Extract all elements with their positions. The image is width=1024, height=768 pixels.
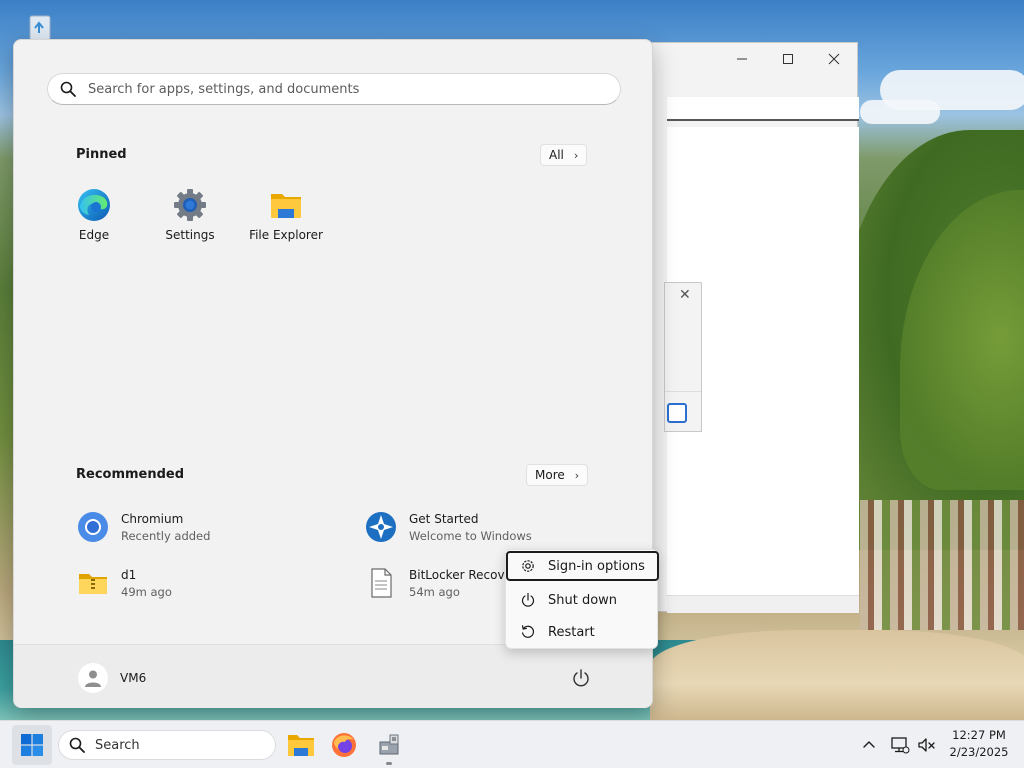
maximize-icon [783, 54, 793, 64]
pinned-title: Pinned [76, 147, 127, 162]
power-menu: Sign-in options Shut down Restart [505, 549, 659, 649]
recommended-item-name: d1 [121, 567, 137, 582]
recommended-item-chromium[interactable]: Chromium Recently added [77, 507, 337, 547]
recommended-item-get-started[interactable]: Get Started Welcome to Windows [365, 507, 615, 547]
beach [650, 630, 1024, 720]
window-titlebar [631, 43, 857, 75]
pinned-app-edge[interactable]: Edge [49, 188, 139, 250]
running-indicator [386, 762, 392, 765]
user-icon [85, 670, 101, 687]
recommended-item-subtitle: 54m ago [409, 584, 460, 599]
chromium-icon [78, 512, 108, 542]
chevron-right-icon: › [574, 468, 580, 482]
firefox-icon [332, 733, 356, 757]
dialog-button[interactable] [667, 403, 687, 423]
pinned-app-file-explorer[interactable]: File Explorer [241, 188, 331, 250]
taskbar-clock[interactable]: 12:27 PM 2/23/2025 [946, 727, 1012, 761]
power-icon [521, 592, 535, 607]
recommended-item-bitlocker[interactable]: BitLocker Recover 54m ago [365, 563, 507, 603]
taskbar-firefox[interactable] [328, 729, 360, 761]
zip-folder-icon [79, 574, 107, 594]
pinned-app-label: Edge [78, 228, 110, 242]
chevron-up-icon[interactable] [860, 736, 878, 754]
shut-down-menu-item[interactable]: Shut down [507, 585, 658, 615]
get-started-icon [366, 512, 396, 542]
menu-item-label: Restart [548, 624, 595, 640]
start-search-box[interactable] [47, 73, 621, 105]
minimize-button[interactable] [719, 43, 765, 75]
network-icon[interactable] [890, 735, 910, 755]
recommended-item-d1[interactable]: d1 49m ago [77, 563, 337, 603]
recommended-title: Recommended [76, 467, 185, 482]
start-button[interactable] [12, 725, 52, 765]
power-button[interactable] [570, 667, 592, 689]
taskbar-app[interactable] [373, 729, 405, 765]
close-icon [828, 53, 840, 65]
sign-in-options-menu-item[interactable]: Sign-in options [506, 551, 659, 581]
folder-icon [288, 735, 314, 756]
status-bar [667, 595, 859, 613]
all-apps-button[interactable]: All › [540, 144, 588, 166]
clock-date: 2/23/2025 [949, 745, 1009, 759]
more-label: More [535, 468, 565, 482]
minimize-icon [737, 58, 747, 60]
search-icon [60, 81, 76, 97]
town [860, 500, 1024, 630]
volume-muted-icon[interactable] [916, 735, 936, 755]
taskbar: Search 12:27 PM 2/23/2025 [0, 720, 1024, 768]
search-icon [69, 737, 85, 753]
restart-icon [521, 625, 534, 638]
recommended-item-subtitle: Welcome to Windows [409, 528, 532, 543]
background-dialog[interactable]: ✕ [664, 282, 702, 432]
taskbar-file-explorer[interactable] [285, 729, 317, 761]
pinned-app-settings[interactable]: Settings [145, 188, 235, 250]
taskbar-search-box[interactable]: Search [58, 730, 276, 760]
edge-icon [78, 189, 110, 221]
menu-item-label: Sign-in options [548, 558, 645, 574]
chevron-right-icon: › [573, 148, 579, 162]
pinned-app-label: File Explorer [249, 228, 323, 242]
more-button[interactable]: More › [526, 464, 589, 486]
all-apps-label: All [549, 148, 564, 162]
user-account-button[interactable]: VM6 [78, 663, 146, 693]
close-button[interactable] [811, 43, 857, 75]
windows-logo-icon [21, 734, 43, 756]
search-input[interactable] [88, 81, 588, 97]
pinned-app-label: Settings [165, 228, 215, 242]
recommended-item-name: Get Started [409, 511, 479, 526]
clock-time: 12:27 PM [952, 728, 1006, 742]
taskbar-search-label: Search [95, 737, 140, 753]
recommended-item-subtitle: Recently added [121, 528, 211, 543]
recommended-item-subtitle: 49m ago [121, 584, 172, 599]
start-menu-footer: VM6 [14, 644, 652, 708]
avatar [78, 663, 108, 693]
divider [665, 391, 701, 392]
address-bar[interactable] [667, 97, 859, 121]
gear-icon [174, 189, 206, 221]
close-icon[interactable]: ✕ [679, 287, 691, 303]
folder-icon [271, 194, 301, 218]
cloud [860, 100, 940, 124]
installer-icon [379, 734, 399, 755]
maximize-button[interactable] [765, 43, 811, 75]
power-icon [573, 669, 589, 687]
menu-item-label: Shut down [548, 592, 618, 608]
recommended-item-name: BitLocker Recover [409, 567, 507, 582]
gear-icon [522, 560, 534, 572]
user-name: VM6 [120, 671, 147, 685]
restart-menu-item[interactable]: Restart [507, 617, 658, 647]
recommended-item-name: Chromium [121, 511, 184, 526]
document-icon [371, 568, 392, 598]
recycle-bin-icon[interactable] [22, 12, 58, 42]
